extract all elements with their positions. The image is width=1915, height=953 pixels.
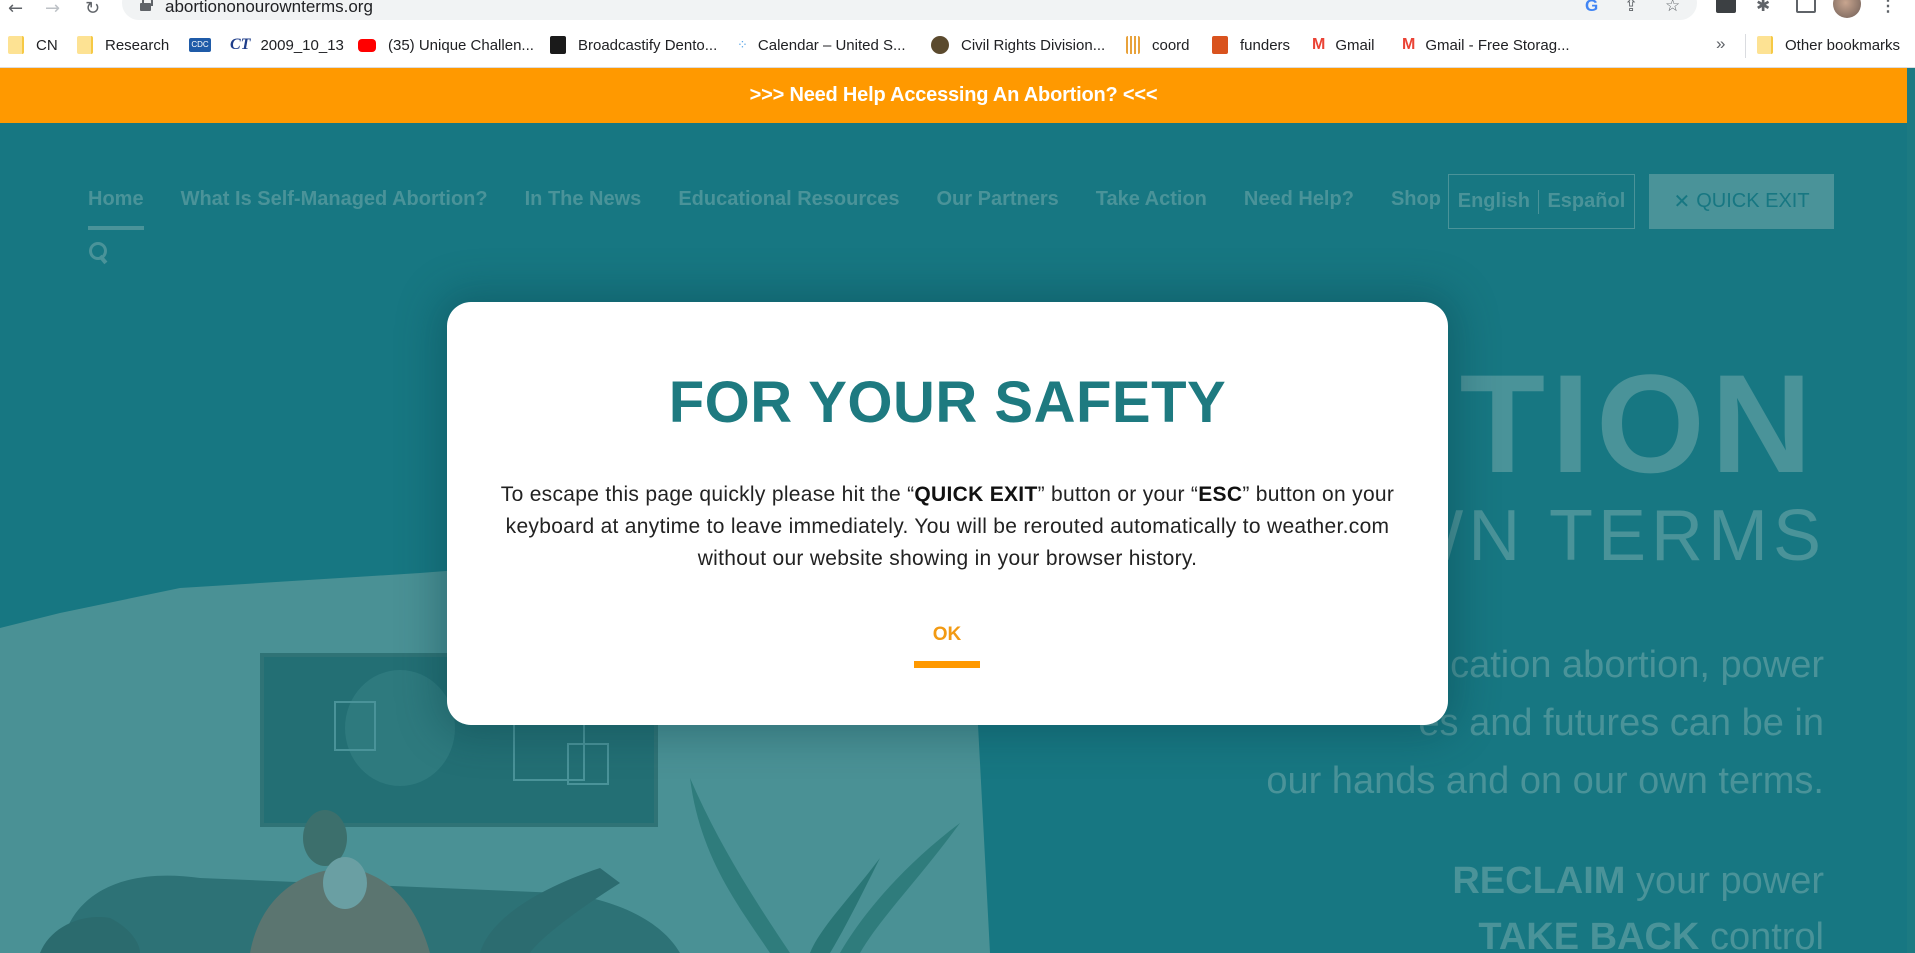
youtube-icon	[358, 38, 376, 52]
search-icon[interactable]	[89, 242, 109, 264]
folder-icon	[8, 36, 24, 54]
chrome-menu-icon[interactable]: ⋮	[1880, 0, 1896, 16]
forward-arrow-icon[interactable]: →	[45, 0, 60, 19]
bookmarks-bar: CN Research CDC CT 2009_10_13 (35) Uniqu…	[0, 22, 1915, 68]
nav-home[interactable]: Home	[88, 188, 144, 230]
ok-label: OK	[932, 624, 962, 645]
tv-blob	[345, 670, 455, 786]
lang-espanol[interactable]: Español	[1547, 190, 1625, 213]
other-bookmarks[interactable]: Other bookmarks	[1757, 22, 1900, 68]
bookmark-unique-challenges[interactable]: (35) Unique Challen...	[358, 22, 534, 68]
bookmark-gmail-free-storage[interactable]: M Gmail - Free Storag...	[1402, 22, 1570, 68]
bookmark-coord[interactable]: coord	[1126, 22, 1190, 68]
puzzle-extensions-icon[interactable]: ✱	[1756, 0, 1770, 16]
browser-toolbar: ← → ↻ abortiononourownterms.org G ⇪ ☆ ✱ …	[0, 0, 1915, 22]
nav-need-help[interactable]: Need Help?	[1244, 188, 1354, 218]
hero-title: TION	[1459, 345, 1818, 502]
nav-educational-resources[interactable]: Educational Resources	[678, 188, 899, 218]
bookmark-star-icon[interactable]: ☆	[1665, 0, 1680, 16]
modal-body: To escape this page quickly please hit t…	[500, 483, 1395, 570]
ct-icon: CT	[230, 36, 251, 53]
side-panel-icon[interactable]	[1796, 0, 1816, 13]
funders-icon	[1212, 36, 1228, 54]
hero-tagline-reclaim: RECLAIM your power	[1452, 860, 1824, 903]
close-icon: ✕	[1673, 191, 1691, 213]
esc-mention: ESC	[1198, 483, 1243, 506]
folder-icon	[1757, 36, 1773, 54]
nav-take-action[interactable]: Take Action	[1096, 188, 1207, 218]
quick-exit-button[interactable]: ✕ QUICK EXIT	[1649, 174, 1834, 229]
share-icon[interactable]: ⇪	[1624, 0, 1638, 16]
bookmark-gmail[interactable]: M Gmail	[1312, 22, 1375, 68]
hero-tagline-take-back: TAKE BACK control	[1478, 916, 1824, 953]
safety-modal: FOR YOUR SAFETY To escape this page quic…	[447, 302, 1448, 725]
url-text[interactable]: abortiononourownterms.org	[165, 0, 373, 17]
reload-icon[interactable]: ↻	[85, 0, 100, 19]
profile-avatar[interactable]	[1833, 0, 1861, 18]
nav-in-the-news[interactable]: In The News	[525, 188, 642, 218]
tagline-bold: TAKE BACK	[1478, 916, 1700, 953]
extension-icon[interactable]	[1716, 0, 1736, 13]
tagline-rest: control	[1709, 916, 1824, 953]
ok-button[interactable]: OK	[914, 624, 980, 668]
bookmarks-divider	[1745, 34, 1746, 58]
bookmark-broadcastify[interactable]: Broadcastify Dento...	[550, 22, 717, 68]
nav-what-is-sma[interactable]: What Is Self-Managed Abortion?	[181, 188, 488, 218]
hero-paragraph-line: our hands and on our own terms.	[1266, 760, 1824, 802]
nav-shop[interactable]: Shop	[1391, 188, 1441, 218]
lang-english[interactable]: English	[1458, 190, 1530, 213]
quick-exit-mention: QUICK EXIT	[914, 483, 1038, 506]
page-scrollbar[interactable]	[1907, 68, 1915, 953]
bookmark-cdc[interactable]: CDC	[189, 22, 219, 68]
bookmark-cn[interactable]: CN	[8, 22, 58, 68]
tagline-rest: your power	[1636, 860, 1824, 902]
bookmark-funders[interactable]: funders	[1212, 22, 1290, 68]
bookmark-civil-rights[interactable]: Civil Rights Division...	[931, 22, 1105, 68]
main-nav: Home What Is Self-Managed Abortion? In T…	[88, 188, 1441, 230]
language-switcher: English Español	[1448, 174, 1635, 229]
lang-divider	[1537, 189, 1540, 214]
gmail-icon: M	[1402, 36, 1416, 53]
doj-seal-icon	[931, 36, 949, 54]
quick-exit-label: QUICK EXIT	[1696, 190, 1810, 212]
modal-title: FOR YOUR SAFETY	[668, 370, 1227, 435]
coord-icon	[1126, 36, 1140, 54]
calendar-icon: ⁘	[737, 37, 748, 52]
bookmark-research[interactable]: Research	[77, 22, 169, 68]
cdc-icon: CDC	[189, 38, 211, 52]
broadcastify-icon	[550, 36, 566, 54]
bookmark-calendar[interactable]: ⁘ Calendar – United S...	[737, 22, 906, 68]
google-lens-icon[interactable]: G	[1585, 0, 1598, 16]
ok-underline	[914, 661, 980, 668]
bookmarks-overflow-button[interactable]: »	[1716, 34, 1725, 54]
person-head	[323, 857, 367, 909]
gmail-icon: M	[1312, 36, 1326, 53]
bookmark-2009-10-13[interactable]: CT 2009_10_13	[230, 22, 344, 68]
folder-icon	[77, 36, 93, 54]
hero-subtitle: WN TERMS	[1395, 496, 1826, 576]
tagline-bold: RECLAIM	[1452, 860, 1626, 902]
nav-our-partners[interactable]: Our Partners	[937, 188, 1059, 218]
back-arrow-icon[interactable]: ←	[8, 0, 23, 19]
lock-icon[interactable]	[140, 0, 153, 13]
